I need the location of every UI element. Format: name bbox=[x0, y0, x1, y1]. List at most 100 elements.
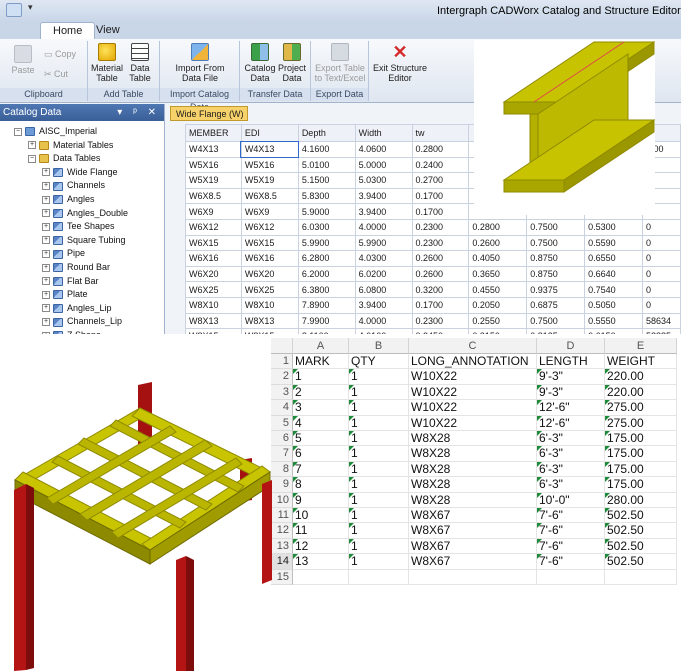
sheet-cell[interactable]: 4 bbox=[293, 415, 349, 431]
table-cell[interactable]: 0.3650 bbox=[468, 265, 528, 283]
table-cell[interactable]: 0.1700 bbox=[411, 187, 470, 205]
table-cell[interactable]: 0.5590 bbox=[584, 234, 643, 252]
sheet-cell[interactable]: 11 bbox=[293, 523, 349, 539]
sheet-cell[interactable]: 502.50 bbox=[605, 554, 677, 570]
sheet-cell[interactable]: 9'-3" bbox=[537, 369, 605, 385]
sheet-cell[interactable]: W8X67 bbox=[409, 508, 537, 524]
tree-item[interactable]: + Pipe bbox=[42, 247, 85, 260]
table-row[interactable]: W6X25 W6X25 6.3800 6.0800 0.3200 0.4550 0.9375… bbox=[185, 281, 681, 298]
table-cell[interactable]: 0.8125 bbox=[526, 328, 586, 334]
sheet-cell[interactable]: W10X22 bbox=[409, 400, 537, 416]
table-cell[interactable]: W6X15 bbox=[185, 234, 242, 252]
table-cell[interactable]: 0.2800 bbox=[411, 141, 470, 158]
sheet-cell[interactable]: W8X28 bbox=[409, 461, 537, 478]
tree-item[interactable]: − Data Tables bbox=[28, 152, 100, 165]
table-cell[interactable]: 0.6875 bbox=[526, 296, 586, 314]
sheet-cell[interactable]: 1 bbox=[349, 461, 409, 478]
table-cell[interactable]: 7.8900 bbox=[297, 296, 356, 314]
table-cell[interactable]: 0 bbox=[641, 250, 681, 267]
table-cell[interactable]: 3.9400 bbox=[354, 203, 413, 220]
sheet-cell[interactable]: 1 bbox=[349, 431, 409, 447]
sheet-cell[interactable]: 1 bbox=[349, 538, 409, 555]
sheet-cell[interactable]: 7'-6" bbox=[537, 523, 605, 539]
sheet-cell[interactable]: 3 bbox=[293, 400, 349, 416]
export-table-button[interactable]: Export Table to Text/Excel bbox=[313, 43, 367, 83]
tree-item[interactable]: + Wide Flange bbox=[42, 166, 118, 179]
catalog-data-button[interactable]: Catalog Data bbox=[244, 43, 276, 83]
table-cell[interactable]: 6.2800 bbox=[297, 250, 356, 267]
sheet-header-cell[interactable]: LENGTH bbox=[537, 354, 605, 370]
sheet-cell[interactable]: 9'-3" bbox=[537, 384, 605, 401]
sheet-cell[interactable]: W8X67 bbox=[409, 554, 537, 570]
table-cell[interactable]: 0 bbox=[641, 281, 681, 298]
expand-toggle-icon[interactable]: + bbox=[42, 331, 50, 334]
table-cell[interactable]: 5.9900 bbox=[297, 234, 356, 252]
sheet-cell[interactable] bbox=[349, 569, 409, 585]
tree-item[interactable]: + Round Bar bbox=[42, 261, 110, 274]
sheet-cell[interactable]: 9 bbox=[293, 492, 349, 508]
table-cell[interactable]: W8X13 bbox=[240, 312, 299, 330]
expand-toggle-icon[interactable]: + bbox=[42, 263, 50, 272]
sheet-cell[interactable]: W8X28 bbox=[409, 446, 537, 462]
table-cell[interactable]: 0.6640 bbox=[584, 265, 643, 283]
expand-toggle-icon[interactable]: + bbox=[42, 209, 50, 218]
table-row[interactable]: W6X20 W6X20 6.2000 6.0200 0.2600 0.3650 0.8750… bbox=[185, 265, 681, 283]
table-cell[interactable]: 0.5050 bbox=[584, 296, 643, 314]
table-cell[interactable]: 0.2700 bbox=[411, 172, 470, 189]
table-cell[interactable]: 0.3150 bbox=[468, 328, 528, 334]
table-cell[interactable]: W6X25 bbox=[185, 281, 242, 298]
tree-item[interactable]: + Square Tubing bbox=[42, 234, 126, 247]
expand-toggle-icon[interactable]: + bbox=[42, 304, 50, 313]
table-cell[interactable]: 0.2600 bbox=[468, 234, 528, 252]
sheet-cell[interactable]: 10'-0" bbox=[537, 492, 605, 508]
table-cell[interactable]: W8X15 bbox=[185, 328, 242, 334]
table-cell[interactable]: 0.3200 bbox=[411, 281, 470, 298]
project-data-button[interactable]: Project Data bbox=[276, 43, 308, 83]
table-cell[interactable]: W6X16 bbox=[240, 250, 299, 267]
sheet-cell[interactable]: 1 bbox=[349, 415, 409, 431]
table-cell[interactable]: 0.2300 bbox=[411, 312, 470, 330]
sheet-cell[interactable]: 1 bbox=[293, 369, 349, 385]
table-cell[interactable]: 0.1700 bbox=[411, 296, 470, 314]
table-row[interactable]: W8X15W8X158.11004.01000.24500.31500.8125… bbox=[185, 328, 681, 334]
column-header[interactable]: Depth bbox=[297, 124, 356, 142]
table-cell[interactable]: 4.0000 bbox=[354, 312, 413, 330]
tree-item[interactable]: + Material Tables bbox=[28, 139, 113, 152]
table-cell[interactable]: 0.4050 bbox=[468, 250, 528, 267]
table-cell[interactable]: 0.2800 bbox=[468, 218, 528, 236]
table-cell[interactable]: 5.0300 bbox=[354, 172, 413, 189]
tree-item[interactable]: − AISC_Imperial bbox=[14, 125, 97, 138]
table-cell[interactable]: 0.9375 bbox=[526, 281, 586, 298]
table-cell[interactable]: 7.9900 bbox=[297, 312, 356, 330]
row-number-header[interactable]: 1 bbox=[271, 354, 293, 370]
table-cell[interactable]: 0.2550 bbox=[468, 312, 528, 330]
sheet-cell[interactable]: 175.00 bbox=[605, 477, 677, 493]
sheet-cell[interactable]: W8X67 bbox=[409, 523, 537, 539]
table-row[interactable]: W8X10 W8X10 7.8900 3.9400 0.1700 0.2050 0.6875… bbox=[185, 296, 681, 314]
sheet-cell[interactable]: 6'-3" bbox=[537, 446, 605, 462]
table-cell[interactable]: W8X10 bbox=[185, 296, 242, 314]
sheet-cell[interactable]: 6 bbox=[293, 446, 349, 462]
table-cell[interactable]: W6X8.5 bbox=[185, 187, 242, 205]
expand-toggle-icon[interactable]: + bbox=[42, 222, 50, 231]
table-cell[interactable]: W5X19 bbox=[240, 172, 299, 189]
expand-toggle-icon[interactable]: + bbox=[42, 318, 50, 327]
sheet-cell[interactable]: 220.00 bbox=[605, 369, 677, 385]
sheet-cell[interactable]: 502.50 bbox=[605, 508, 677, 524]
sheet-cell[interactable]: 175.00 bbox=[605, 431, 677, 447]
expand-toggle-icon[interactable]: + bbox=[42, 236, 50, 245]
sheet-cell[interactable]: 1 bbox=[349, 508, 409, 524]
sheet-cell[interactable]: 1 bbox=[349, 384, 409, 401]
sheet-header-cell[interactable]: WEIGHT bbox=[605, 354, 677, 370]
table-cell[interactable]: 5.8300 bbox=[297, 187, 356, 205]
sheet-cell[interactable]: 1 bbox=[349, 477, 409, 493]
table-cell[interactable]: 0.2600 bbox=[411, 250, 470, 267]
column-letter-header[interactable]: C bbox=[409, 338, 537, 354]
table-cell[interactable]: 0.6150 bbox=[584, 328, 643, 334]
table-cell[interactable]: 6.0300 bbox=[297, 218, 356, 236]
table-cell[interactable]: W6X8.5 bbox=[240, 187, 299, 205]
exit-structure-editor-button[interactable]: ✕ Exit Structure Editor bbox=[371, 43, 429, 83]
sheet-cell[interactable]: 10 bbox=[293, 508, 349, 524]
tree-item[interactable]: + Channels_Lip bbox=[42, 315, 122, 328]
sheet-cell[interactable]: 7'-6" bbox=[537, 508, 605, 524]
